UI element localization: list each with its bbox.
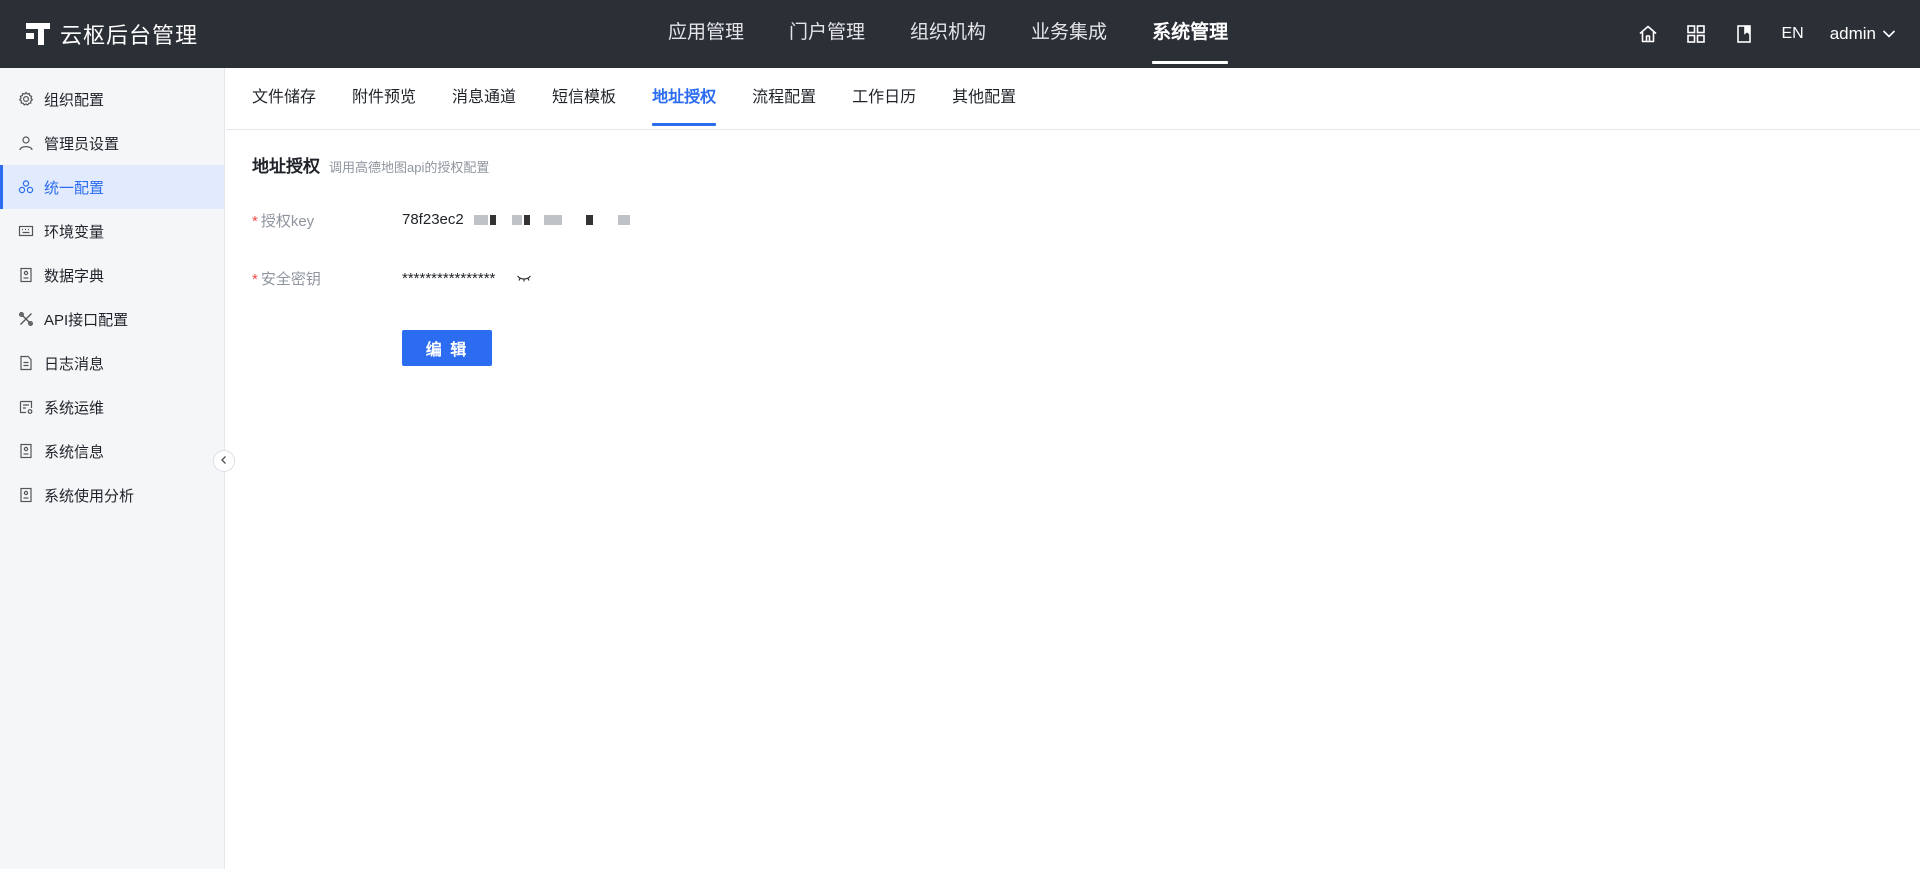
section-title: 地址授权 <box>252 157 320 176</box>
sidebar-item-label: 管理员设置 <box>44 135 120 153</box>
sidebar-item-label: API接口配置 <box>44 311 129 329</box>
section-header: 地址授权 调用高德地图api的授权配置 <box>252 152 489 177</box>
tab-work-calendar[interactable]: 工作日历 <box>852 68 916 130</box>
secret-label: * 安全密钥 <box>252 270 321 288</box>
sidebar-item-api-config[interactable]: API接口配置 <box>0 297 224 341</box>
sidebar-item-usage-analysis[interactable]: 系统使用分析 <box>0 473 224 517</box>
sidebar: 组织配置 管理员设置 统一配置 环境变量 数据字典 API接口配置 日志消息 系… <box>0 68 225 869</box>
topnav-portal-management[interactable]: 门户管理 <box>789 0 865 68</box>
auth-key-label: * 授权key <box>252 212 315 230</box>
topnav-app-management[interactable]: 应用管理 <box>668 0 744 68</box>
sidebar-collapse-button[interactable] <box>213 450 235 472</box>
auth-key-row: * 授权key 78f23ec2 <box>252 208 658 232</box>
tools-icon <box>18 311 34 327</box>
sidebar-item-system-ops[interactable]: 系统运维 <box>0 385 224 429</box>
tab-other-config[interactable]: 其他配置 <box>952 68 1016 130</box>
required-mark: * <box>252 212 258 230</box>
eye-closed-icon[interactable] <box>516 273 532 283</box>
log-icon <box>18 355 34 371</box>
redacted-area <box>468 211 658 229</box>
auth-key-value: 78f23ec2 <box>402 211 658 229</box>
tab-workflow-config[interactable]: 流程配置 <box>752 68 816 130</box>
sidebar-item-label: 组织配置 <box>44 91 105 109</box>
sidebar-item-label: 系统运维 <box>44 399 105 417</box>
sidebar-item-data-dictionary[interactable]: 数据字典 <box>0 253 224 297</box>
top-nav: 应用管理 门户管理 组织机构 业务集成 系统管理 <box>668 0 1273 68</box>
sidebar-item-unified-config[interactable]: 统一配置 <box>0 165 224 209</box>
tab-sms-template[interactable]: 短信模板 <box>552 68 616 130</box>
user-menu[interactable]: admin <box>1830 24 1896 44</box>
tab-message-channel[interactable]: 消息通道 <box>452 68 516 130</box>
sidebar-item-label: 统一配置 <box>44 179 105 197</box>
home-icon[interactable] <box>1637 23 1659 45</box>
sidebar-item-admin-settings[interactable]: 管理员设置 <box>0 121 224 165</box>
section-description: 调用高德地图api的授权配置 <box>329 160 490 175</box>
top-right-tools: EN admin <box>1611 0 1896 68</box>
tab-file-storage[interactable]: 文件储存 <box>252 68 316 130</box>
info-doc-icon <box>18 443 34 459</box>
sidebar-item-label: 环境变量 <box>44 223 105 241</box>
secret-value: **************** <box>402 270 532 287</box>
user-name: admin <box>1829 24 1876 43</box>
tab-attachment-preview[interactable]: 附件预览 <box>352 68 416 130</box>
brand[interactable]: 云枢后台管理 <box>26 0 198 68</box>
edit-button[interactable]: 编 辑 <box>402 330 492 366</box>
sidebar-item-label: 系统使用分析 <box>44 487 135 505</box>
ops-icon <box>18 399 34 415</box>
topnav-system-management[interactable]: 系统管理 <box>1152 0 1229 68</box>
top-bar: 云枢后台管理 应用管理 门户管理 组织机构 业务集成 系统管理 EN admin <box>0 0 1920 68</box>
sidebar-item-label: 日志消息 <box>44 355 105 373</box>
secret-row: * 安全密钥 **************** <box>252 266 532 290</box>
required-mark: * <box>252 270 258 288</box>
keyboard-icon <box>18 223 34 239</box>
config-icon <box>18 179 34 195</box>
tab-address-auth[interactable]: 地址授权 <box>652 68 717 130</box>
sidebar-item-label: 系统信息 <box>44 443 105 461</box>
gear-icon <box>18 91 34 107</box>
analysis-icon <box>18 487 34 503</box>
sidebar-item-log-messages[interactable]: 日志消息 <box>0 341 224 385</box>
topnav-organization[interactable]: 组织机构 <box>910 0 986 68</box>
logo-icon <box>26 23 50 45</box>
language-switch[interactable]: EN <box>1781 25 1803 43</box>
user-icon <box>18 135 34 151</box>
sidebar-item-org-config[interactable]: 组织配置 <box>0 77 224 121</box>
apps-grid-icon[interactable] <box>1685 23 1707 45</box>
sidebar-item-env-variables[interactable]: 环境变量 <box>0 209 224 253</box>
brand-name: 云枢后台管理 <box>60 23 199 48</box>
book-icon[interactable] <box>1733 23 1755 45</box>
config-tabs: 文件储存 附件预览 消息通道 短信模板 地址授权 流程配置 工作日历 其他配置 <box>226 68 1920 130</box>
chevron-left-icon <box>219 452 229 470</box>
sidebar-item-label: 数据字典 <box>44 267 105 285</box>
topnav-business-integration[interactable]: 业务集成 <box>1031 0 1107 68</box>
sidebar-item-system-info[interactable]: 系统信息 <box>0 429 224 473</box>
document-icon <box>18 267 34 283</box>
chevron-down-icon <box>1876 24 1896 44</box>
